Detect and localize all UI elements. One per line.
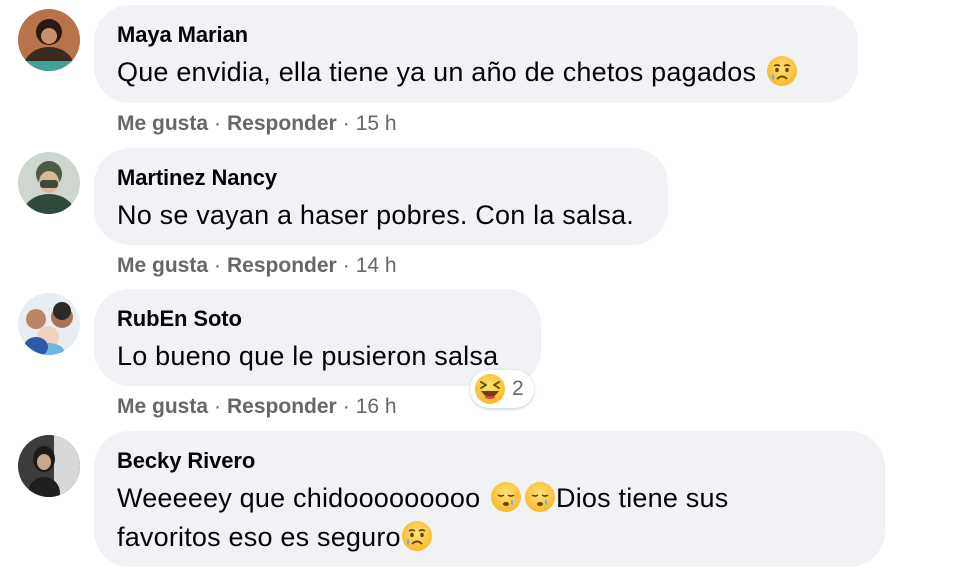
sleepy-face-icon — [524, 481, 556, 513]
reply-button[interactable]: Responder — [227, 395, 337, 418]
comment-author[interactable]: Maya Marian — [117, 22, 834, 48]
comment-time[interactable]: 16 h — [356, 395, 397, 418]
comment-text: Lo bueno que le pusieron salsa — [117, 341, 499, 371]
comment-bubble: Martinez Nancy No se vayan a haser pobre… — [94, 148, 668, 245]
comment-text: Que envidia, ella tiene ya un año de che… — [117, 53, 834, 92]
like-button[interactable]: Me gusta — [117, 254, 208, 277]
like-button[interactable]: Me gusta — [117, 112, 208, 135]
separator: · — [342, 254, 350, 277]
avatar[interactable] — [18, 293, 80, 355]
comment-actions: Me gusta · Responder · 15 h — [117, 111, 397, 137]
separator: · — [214, 254, 222, 277]
comment-actions: Me gusta · Responder · 14 h — [117, 253, 397, 279]
comment-author[interactable]: Martinez Nancy — [117, 165, 644, 191]
crying-face-icon — [766, 55, 798, 87]
comment-bubble: Becky Rivero Weeeeey que chidooooooooo D… — [94, 431, 885, 567]
separator: · — [342, 395, 350, 418]
laughing-face-icon — [474, 373, 506, 405]
comment-author[interactable]: RubEn Soto — [117, 306, 517, 332]
avatar[interactable] — [18, 435, 80, 497]
crying-face-icon — [401, 520, 433, 552]
like-button[interactable]: Me gusta — [117, 395, 208, 418]
separator: · — [214, 112, 222, 135]
comment-time[interactable]: 15 h — [356, 112, 397, 135]
separator: · — [342, 112, 350, 135]
avatar[interactable] — [18, 9, 80, 71]
avatar[interactable] — [18, 152, 80, 214]
reaction-count: 2 — [512, 377, 524, 400]
separator: · — [214, 395, 222, 418]
comment-bubble: RubEn Soto Lo bueno que le pusieron sals… — [94, 289, 541, 386]
reaction-count-button[interactable]: 2 — [470, 370, 534, 408]
comment-text: Weeeeey que chidooooooooo Dios tiene sus… — [117, 481, 729, 552]
comment-text: No se vayan a haser pobres. Con la salsa… — [117, 200, 634, 230]
comment-bubble: Maya Marian Que envidia, ella tiene ya u… — [94, 5, 858, 103]
comment-time[interactable]: 14 h — [356, 254, 397, 277]
comment-actions: Me gusta · Responder · 16 h — [117, 394, 397, 420]
comment-author[interactable]: Becky Rivero — [117, 448, 861, 474]
reply-button[interactable]: Responder — [227, 254, 337, 277]
sleepy-face-icon — [490, 481, 522, 513]
reply-button[interactable]: Responder — [227, 112, 337, 135]
